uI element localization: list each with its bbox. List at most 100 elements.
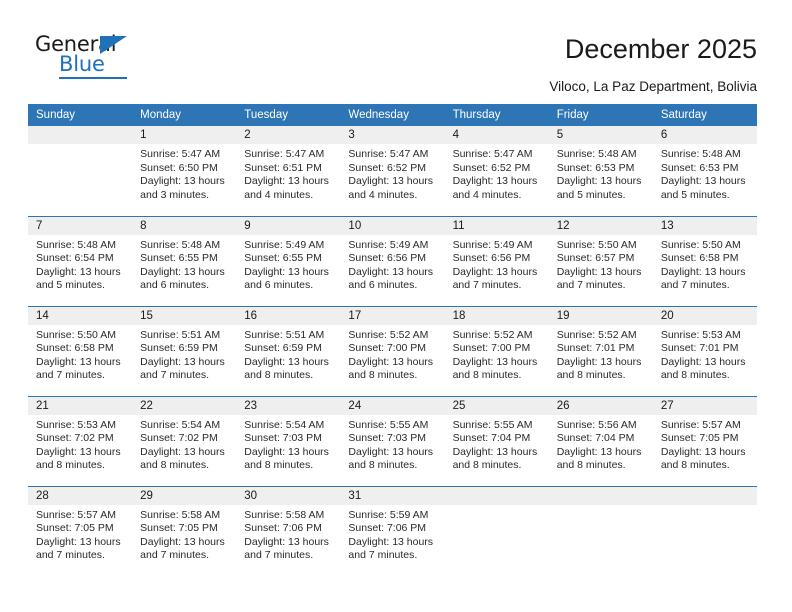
day-number: 31	[340, 486, 445, 505]
daylight-duration-line2: and 6 minutes.	[140, 279, 210, 292]
sunrise-time: Sunrise: 5:57 AM	[660, 418, 741, 431]
day-details: Sunrise: 5:47 AM Sunset: 6:50 PM Daylight:…	[132, 144, 236, 202]
sunset-time: Sunset: 6:50 PM	[140, 161, 218, 174]
daylight-duration-line2: and 5 minutes.	[556, 188, 626, 201]
calendar-day-cell[interactable]: 18 Sunrise: 5:52 AM Sunset: 7:00 PM Dayligh…	[444, 306, 549, 396]
daylight-duration-line1: Daylight: 13 hours	[452, 445, 538, 458]
sunrise-time: Sunrise: 5:52 AM	[348, 328, 429, 341]
sunset-time: Sunset: 6:57 PM	[556, 252, 635, 265]
day-details: Sunrise: 5:49 AM Sunset: 6:55 PM Daylight:…	[236, 235, 340, 293]
daylight-duration-line2: and 4 minutes.	[244, 188, 314, 201]
calendar-day-cell[interactable]: 24 Sunrise: 5:55 AM Sunset: 7:03 PM Dayligh…	[340, 396, 445, 486]
calendar-day-cell[interactable]: 15 Sunrise: 5:51 AM Sunset: 6:59 PM Dayligh…	[132, 306, 237, 396]
day-number: 22	[132, 396, 237, 415]
calendar-day-cell[interactable]: 30 Sunrise: 5:58 AM Sunset: 7:06 PM Dayligh…	[236, 486, 341, 576]
day-details: Sunrise: 5:48 AM Sunset: 6:55 PM Daylight:…	[132, 235, 236, 293]
daylight-duration-line2: and 8 minutes.	[452, 369, 522, 382]
sunrise-time: Sunrise: 5:47 AM	[452, 148, 533, 160]
sunset-time: Sunset: 7:05 PM	[660, 432, 739, 445]
calendar-day-cell[interactable]: 12 Sunrise: 5:50 AM Sunset: 6:57 PM Dayligh…	[548, 216, 653, 306]
daylight-duration-line1: Daylight: 13 hours	[660, 265, 746, 278]
calendar-day-cell[interactable]: 22 Sunrise: 5:54 AM Sunset: 7:02 PM Dayligh…	[132, 396, 237, 486]
calendar-day-cell[interactable]: 26 Sunrise: 5:56 AM Sunset: 7:04 PM Dayligh…	[548, 396, 653, 486]
calendar-table: Sunday Monday Tuesday Wednesday Thursday…	[28, 104, 757, 576]
calendar-day-cell[interactable]: 1 Sunrise: 5:47 AM Sunset: 6:50 PM Daylight…	[132, 126, 237, 216]
calendar-day-cell[interactable]: 27 Sunrise: 5:57 AM Sunset: 7:05 PM Dayligh…	[652, 396, 757, 486]
daylight-duration-line1: Daylight: 13 hours	[140, 355, 225, 368]
sunset-time: Sunset: 7:02 PM	[36, 432, 114, 445]
daylight-duration-line2: and 8 minutes.	[660, 369, 730, 382]
day-number: 19	[548, 306, 653, 325]
sunset-time: Sunset: 7:05 PM	[140, 522, 218, 535]
sunset-time: Sunset: 6:56 PM	[452, 252, 531, 265]
day-number: 18	[444, 306, 549, 325]
calendar-day-cell[interactable]: 8 Sunrise: 5:48 AM Sunset: 6:55 PM Daylight…	[132, 216, 237, 306]
day-details: Sunrise: 5:52 AM Sunset: 7:00 PM Daylight:…	[445, 325, 549, 383]
day-number: 13	[652, 216, 757, 235]
sunset-time: Sunset: 6:55 PM	[244, 252, 322, 265]
sunrise-time: Sunrise: 5:47 AM	[244, 148, 325, 160]
calendar-day-cell[interactable]: 5 Sunrise: 5:48 AM Sunset: 6:53 PM Daylight…	[548, 126, 653, 216]
sunset-time: Sunset: 6:58 PM	[660, 252, 739, 265]
day-details: Sunrise: 5:50 AM Sunset: 6:57 PM Daylight:…	[549, 235, 653, 293]
sunrise-time: Sunrise: 5:58 AM	[244, 508, 325, 521]
calendar-week-row: 28 Sunrise: 5:57 AM Sunset: 7:05 PM Dayligh…	[28, 486, 757, 576]
calendar-day-cell[interactable]: 16 Sunrise: 5:51 AM Sunset: 6:59 PM Dayligh…	[236, 306, 341, 396]
calendar-day-cell[interactable]: 13 Sunrise: 5:50 AM Sunset: 6:58 PM Dayligh…	[652, 216, 757, 306]
day-details: Sunrise: 5:56 AM Sunset: 7:04 PM Daylight:…	[549, 415, 653, 473]
day-number: 29	[132, 486, 237, 505]
day-details: Sunrise: 5:55 AM Sunset: 7:04 PM Daylight:…	[445, 415, 549, 473]
daylight-duration-line2: and 5 minutes.	[36, 279, 105, 292]
weekday-header-thursday: Thursday	[444, 104, 549, 126]
sunset-time: Sunset: 6:52 PM	[348, 161, 427, 174]
calendar-day-cell[interactable]: 19 Sunrise: 5:52 AM Sunset: 7:01 PM Dayligh…	[548, 306, 653, 396]
calendar-day-cell[interactable]: 31 Sunrise: 5:59 AM Sunset: 7:06 PM Dayligh…	[340, 486, 445, 576]
daylight-duration-line1: Daylight: 13 hours	[660, 355, 746, 368]
sunrise-time: Sunrise: 5:53 AM	[660, 328, 741, 341]
calendar-day-cell[interactable]: 17 Sunrise: 5:52 AM Sunset: 7:00 PM Dayligh…	[340, 306, 445, 396]
calendar-day-cell[interactable]: 2 Sunrise: 5:47 AM Sunset: 6:51 PM Daylight…	[236, 126, 341, 216]
day-number: 23	[236, 396, 341, 415]
general-blue-logo: General Blue	[35, 33, 165, 85]
calendar-day-cell[interactable]: 23 Sunrise: 5:54 AM Sunset: 7:03 PM Dayligh…	[236, 396, 341, 486]
day-details: Sunrise: 5:54 AM Sunset: 7:02 PM Daylight:…	[132, 415, 236, 473]
sunrise-time: Sunrise: 5:49 AM	[452, 238, 533, 251]
daylight-duration-line1: Daylight: 13 hours	[244, 175, 329, 188]
calendar-body: 1 Sunrise: 5:47 AM Sunset: 6:50 PM Daylight…	[28, 126, 757, 576]
day-details: Sunrise: 5:51 AM Sunset: 6:59 PM Daylight:…	[236, 325, 340, 383]
sunrise-time: Sunrise: 5:53 AM	[36, 418, 116, 431]
sunset-time: Sunset: 6:51 PM	[244, 161, 322, 174]
day-details: Sunrise: 5:57 AM Sunset: 7:05 PM Daylight:…	[28, 505, 132, 563]
calendar-day-cell[interactable]: 25 Sunrise: 5:55 AM Sunset: 7:04 PM Dayligh…	[444, 396, 549, 486]
weekday-header-monday: Monday	[132, 104, 237, 126]
calendar-day-cell[interactable]: 4 Sunrise: 5:47 AM Sunset: 6:52 PM Daylight…	[444, 126, 549, 216]
weekday-header-wednesday: Wednesday	[340, 104, 445, 126]
calendar-day-cell[interactable]: 21 Sunrise: 5:53 AM Sunset: 7:02 PM Dayligh…	[28, 396, 133, 486]
logo-underline	[59, 77, 127, 79]
weekday-header-sunday: Sunday	[28, 104, 133, 126]
calendar-day-cell[interactable]: 29 Sunrise: 5:58 AM Sunset: 7:05 PM Dayligh…	[132, 486, 237, 576]
daylight-duration-line2: and 7 minutes.	[556, 279, 626, 292]
sunset-time: Sunset: 7:01 PM	[660, 342, 739, 355]
calendar-day-cell[interactable]: 28 Sunrise: 5:57 AM Sunset: 7:05 PM Dayligh…	[28, 486, 133, 576]
sunset-time: Sunset: 6:52 PM	[452, 161, 531, 174]
day-number: 24	[340, 396, 445, 415]
day-number: 27	[652, 396, 757, 415]
sunset-time: Sunset: 7:06 PM	[348, 522, 427, 535]
day-number	[444, 486, 549, 505]
calendar-day-cell[interactable]: 6 Sunrise: 5:48 AM Sunset: 6:53 PM Daylight…	[652, 126, 757, 216]
sunrise-time: Sunrise: 5:54 AM	[244, 418, 325, 431]
day-details: Sunrise: 5:48 AM Sunset: 6:53 PM Daylight:…	[653, 144, 757, 202]
calendar-day-cell[interactable]: 11 Sunrise: 5:49 AM Sunset: 6:56 PM Dayligh…	[444, 216, 549, 306]
calendar-day-cell[interactable]: 7 Sunrise: 5:48 AM Sunset: 6:54 PM Daylight…	[28, 216, 133, 306]
calendar-day-cell[interactable]: 10 Sunrise: 5:49 AM Sunset: 6:56 PM Dayligh…	[340, 216, 445, 306]
daylight-duration-line1: Daylight: 13 hours	[660, 445, 746, 458]
daylight-duration-line1: Daylight: 13 hours	[36, 355, 121, 368]
calendar-day-cell[interactable]: 3 Sunrise: 5:47 AM Sunset: 6:52 PM Daylight…	[340, 126, 445, 216]
calendar-day-cell[interactable]: 20 Sunrise: 5:53 AM Sunset: 7:01 PM Dayligh…	[652, 306, 757, 396]
sunrise-time: Sunrise: 5:51 AM	[140, 328, 221, 341]
day-details: Sunrise: 5:49 AM Sunset: 6:56 PM Daylight:…	[340, 235, 444, 293]
calendar-day-cell[interactable]: 9 Sunrise: 5:49 AM Sunset: 6:55 PM Daylight…	[236, 216, 341, 306]
sunrise-time: Sunrise: 5:56 AM	[556, 418, 637, 431]
calendar-day-cell[interactable]: 14 Sunrise: 5:50 AM Sunset: 6:58 PM Dayligh…	[28, 306, 133, 396]
